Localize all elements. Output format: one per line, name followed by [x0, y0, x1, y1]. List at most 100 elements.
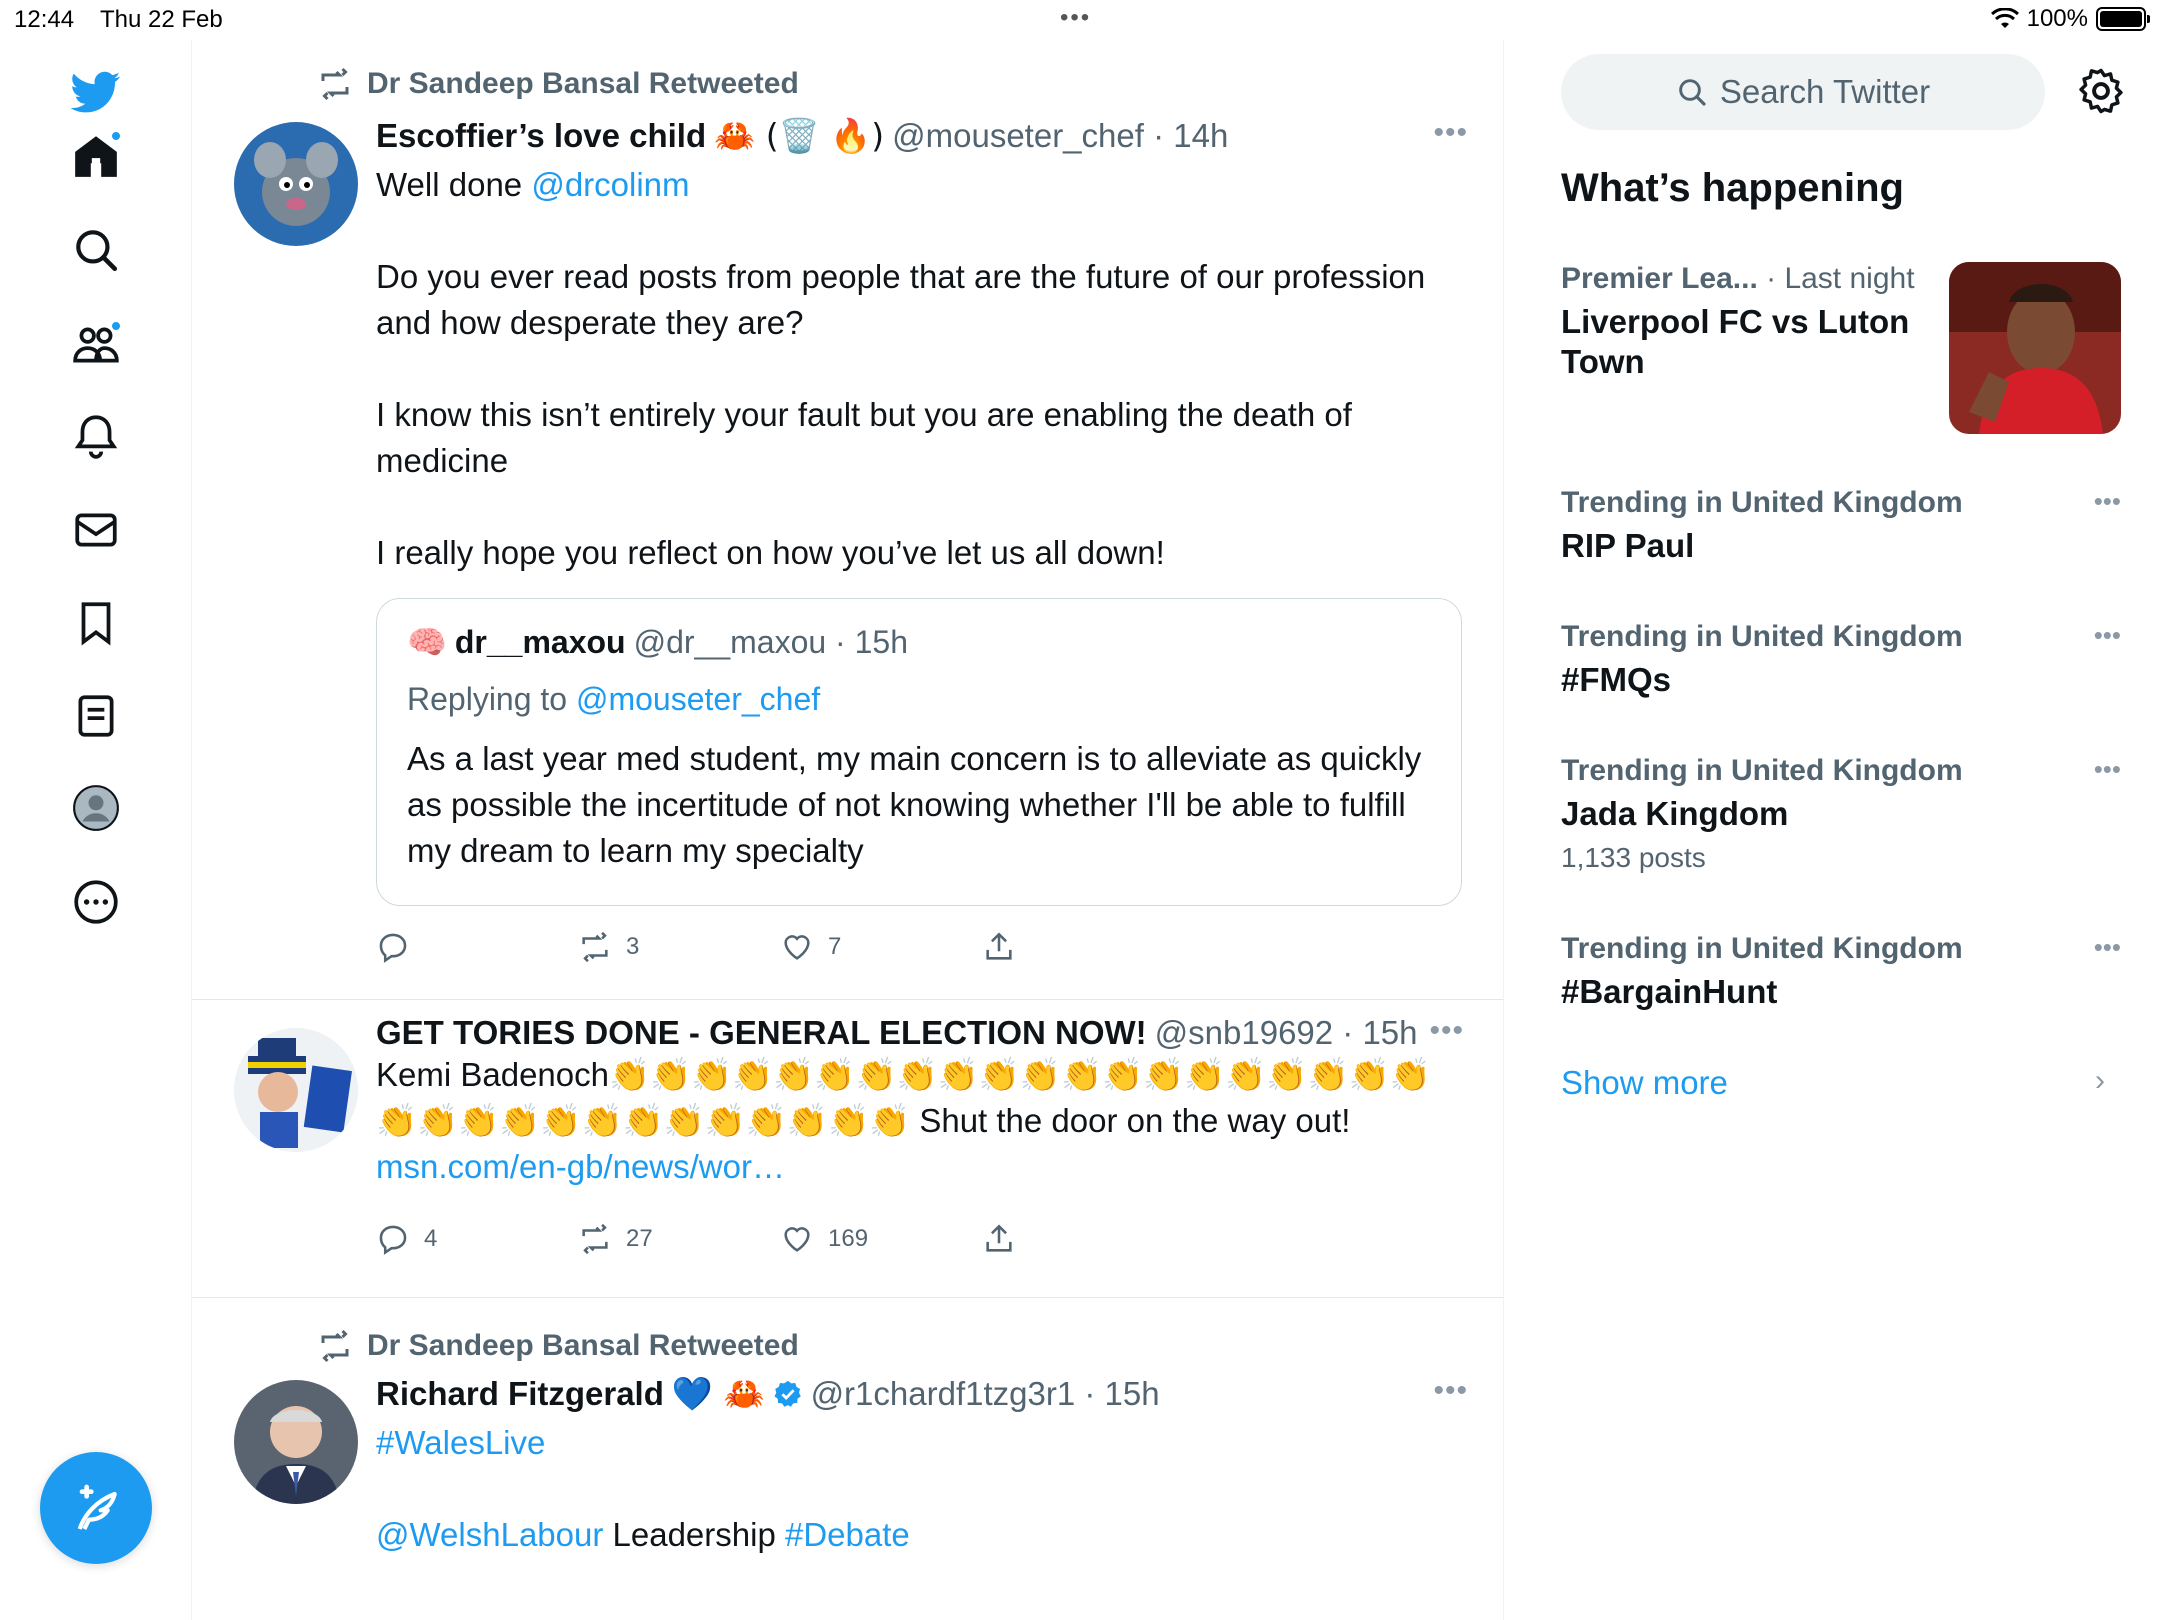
notifications-icon[interactable] — [66, 406, 126, 466]
like-button[interactable]: 169 — [780, 1222, 982, 1256]
compose-feather-icon — [77, 1484, 117, 1530]
home-icon[interactable] — [66, 126, 126, 186]
search-placeholder: Search Twitter — [1719, 73, 1931, 110]
compose-tweet-button[interactable] — [40, 1452, 152, 1564]
quote-author-name: dr__maxou — [454, 623, 626, 660]
status-bar: 12:44 Thu 22 Feb ••• 100% — [0, 0, 2160, 40]
trend-item[interactable]: Premier Lea... · Last night Liverpool FC… — [1561, 262, 2121, 442]
trend-item[interactable]: Trending in United Kingdom #BargainHunt … — [1561, 932, 2121, 1012]
quote-text: As a last year med student, my main conc… — [407, 740, 1422, 869]
tweet-text: #WalesLive @WelshLabour Leadership #Deba… — [376, 1420, 1456, 1558]
status-time: 12:44 — [14, 6, 75, 33]
hashtag-link[interactable]: #Debate — [785, 1516, 910, 1553]
trend-item[interactable]: Trending in United Kingdom #FMQs ••• — [1561, 620, 2121, 700]
trend-topic: #FMQs — [1561, 661, 1672, 698]
status-date: Thu 22 Feb — [100, 6, 223, 33]
more-icon[interactable] — [66, 872, 126, 932]
tweet-text-line: I really hope you reflect on how you’ve … — [376, 534, 1165, 571]
tweet[interactable]: GET TORIES DONE - GENERAL ELECTION NOW! … — [192, 1000, 1503, 1298]
author-handle-time[interactable]: @mouseter_chef · 14h — [892, 117, 1228, 155]
settings-gear-icon[interactable] — [2075, 65, 2127, 117]
tweet-header: GET TORIES DONE - GENERAL ELECTION NOW! … — [376, 1014, 1418, 1052]
tweet-text-prefix: Kemi Badenoch — [376, 1056, 609, 1093]
trend-item[interactable]: Trending in United Kingdom Jada Kingdom … — [1561, 754, 2121, 874]
battery-icon — [2096, 7, 2150, 31]
home-notification-dot — [110, 130, 122, 142]
trend-context: Trending in United Kingdom — [1561, 620, 1963, 653]
tweet[interactable]: Dr Sandeep Bansal Retweeted Richard Fitz… — [192, 1298, 1503, 1620]
show-more-link[interactable]: Show more — [1561, 1064, 1728, 1102]
trend-topic: Jada Kingdom — [1561, 795, 1789, 832]
trend-post-count: 1,133 posts — [1561, 842, 1706, 873]
author-handle-time[interactable]: @snb19692 · 15h — [1155, 1014, 1418, 1052]
messages-icon[interactable] — [66, 500, 126, 560]
tweet-more-icon[interactable]: ••• — [1429, 1014, 1464, 1048]
avatar[interactable] — [234, 122, 358, 246]
trend-topic: Liverpool FC vs Luton Town — [1561, 303, 1910, 380]
reply-icon — [379, 933, 407, 963]
article-link[interactable]: msn.com/en-gb/news/wor… — [376, 1148, 785, 1185]
avatar[interactable] — [234, 1380, 358, 1504]
author-name[interactable]: Richard Fitzgerald — [376, 1375, 664, 1413]
left-navigation — [0, 40, 192, 1620]
like-button[interactable]: 7 — [780, 930, 982, 964]
retweet-button[interactable]: 3 — [578, 930, 780, 964]
tweet-header: Escoffier’s love child 🦀 (🗑️ 🔥) @mousete… — [376, 116, 1228, 156]
quote-handle-time: @dr__maxou · 15h — [633, 623, 908, 660]
right-sidebar: Search Twitter What’s happening Premier … — [1505, 40, 2160, 1620]
retweet-icon — [321, 1329, 349, 1363]
share-button[interactable] — [982, 1222, 1184, 1256]
retweet-button[interactable]: 27 — [578, 1222, 780, 1256]
mention-link[interactable]: @drcolinm — [531, 166, 689, 203]
quoted-tweet[interactable]: 🧠 dr__maxou @dr__maxou · 15h Replying to… — [376, 598, 1462, 906]
search-icon[interactable] — [66, 220, 126, 280]
trend-more-icon[interactable]: ••• — [2094, 620, 2121, 651]
mention-link[interactable]: @WelshLabour — [376, 1516, 603, 1553]
hashtag-link[interactable]: #WalesLive — [376, 1424, 545, 1461]
trend-topic: #BargainHunt — [1561, 973, 1778, 1010]
trend-context-time: · Last night — [1757, 262, 1915, 295]
whats-happening-title: What’s happening — [1561, 166, 1904, 210]
author-handle-time[interactable]: @r1chardf1tzg3r1 · 15h — [811, 1375, 1160, 1413]
reply-mention-link[interactable]: @mouseter_chef — [576, 681, 820, 717]
author-name[interactable]: Escoffier’s love child — [376, 117, 706, 155]
battery-percent: 100% — [2026, 5, 2088, 32]
retweet-context: Dr Sandeep Bansal Retweeted — [317, 66, 799, 102]
reply-prefix: Replying to — [407, 681, 576, 717]
share-button[interactable] — [982, 930, 1184, 964]
avatar[interactable] — [234, 1028, 358, 1152]
quote-avatar-icon: 🧠 — [407, 623, 447, 661]
like-count: 7 — [828, 933, 842, 960]
share-icon — [986, 932, 1012, 960]
reply-count: 4 — [424, 1225, 438, 1252]
timeline: Dr Sandeep Bansal Retweeted Escoffier’s … — [192, 40, 1504, 1620]
communities-icon[interactable] — [66, 314, 126, 374]
search-input[interactable]: Search Twitter — [1561, 54, 2045, 130]
trend-more-icon[interactable]: ••• — [2094, 754, 2121, 785]
tweet-header: Richard Fitzgerald 💙 🦀 @r1chardf1tzg3r1 … — [376, 1374, 1160, 1414]
wifi-icon — [1990, 8, 2019, 28]
reply-icon — [379, 1225, 407, 1255]
trend-more-icon[interactable]: ••• — [2094, 932, 2121, 963]
multitask-dots-icon[interactable]: ••• — [1060, 4, 1091, 32]
tweet-more-icon[interactable]: ••• — [1433, 1374, 1468, 1408]
tweet-more-icon[interactable]: ••• — [1433, 116, 1468, 150]
author-name[interactable]: GET TORIES DONE - GENERAL ELECTION NOW! — [376, 1014, 1147, 1052]
twitter-logo-icon[interactable] — [66, 62, 126, 122]
communities-notification-dot — [110, 320, 122, 332]
tweet-actions: 3 7 — [376, 930, 1184, 964]
lists-icon[interactable] — [66, 686, 126, 746]
trend-item[interactable]: Trending in United Kingdom RIP Paul ••• — [1561, 486, 2121, 566]
tweet-text-line: I know this isn’t entirely your fault bu… — [376, 396, 1352, 479]
profile-icon[interactable] — [66, 778, 126, 838]
bookmarks-icon[interactable] — [66, 593, 126, 653]
tweet-text: Well done @drcolinm Do you ever read pos… — [376, 162, 1456, 576]
author-name-emoji: 💙 🦀 — [671, 1374, 765, 1413]
reply-button[interactable] — [376, 930, 578, 964]
reply-button[interactable]: 4 — [376, 1222, 578, 1256]
tweet[interactable]: Dr Sandeep Bansal Retweeted Escoffier’s … — [192, 40, 1503, 1000]
heart-icon — [784, 1227, 810, 1252]
trend-more-icon[interactable]: ••• — [2094, 486, 2121, 517]
tweet-text: Kemi Badenoch👏👏👏👏👏👏👏👏👏👏👏👏👏👏👏👏👏👏👏👏👏👏👏👏👏👏👏… — [376, 1052, 1466, 1190]
retweet-context: Dr Sandeep Bansal Retweeted — [317, 1328, 799, 1364]
